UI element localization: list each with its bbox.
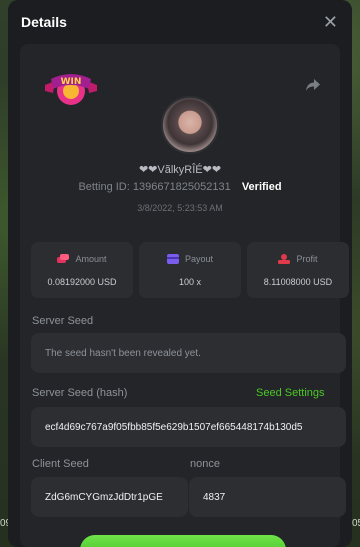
server-seed-label: Server Seed — [32, 315, 94, 327]
username: ❤❤VãlkyRÎÉ❤❤ — [138, 164, 222, 176]
stat-payout: Payout 100 x — [139, 242, 241, 298]
server-seed-hash-label: Server Seed (hash) — [32, 387, 128, 399]
win-badge-text: WIN — [61, 77, 82, 87]
bet-date: 3/8/2022, 5:23:53 AM — [137, 203, 223, 213]
modal-header: Details ✕ — [8, 0, 352, 44]
nonce-label: nonce — [190, 458, 220, 470]
stat-amount: Amount 0.08192000 USD — [31, 242, 133, 298]
avatar — [161, 96, 219, 154]
stats-row: Amount 0.08192000 USD Payout 100 x Profi… — [31, 242, 349, 298]
bet-details-card: WIN ❤❤VãlkyRÎÉ❤❤ Betting ID: 13966718250… — [20, 44, 349, 547]
stat-amount-label: Amount — [75, 254, 107, 264]
win-badge-icon: WIN — [45, 74, 97, 105]
share-icon[interactable] — [304, 76, 322, 94]
details-modal: Details ✕ WIN ❤❤VãlkyRÎÉ❤❤ Betting ID: 1… — [8, 0, 352, 547]
stat-profit: Profit 8.11008000 USD — [247, 242, 349, 298]
modal-title: Details — [21, 14, 67, 30]
betting-id-value: 1396671825052131 — [132, 181, 231, 193]
betting-id-line: Betting ID: 1396671825052131 Verified — [20, 181, 340, 193]
client-seed-field[interactable]: ZdG6mCYGmzJdDtr1pGE — [31, 477, 188, 517]
stat-amount-value: 0.08192000 USD — [47, 277, 117, 287]
server-seed-hash-field[interactable]: ecf4d69c767a9f05fbb85f5e629b1507ef665448… — [31, 407, 346, 447]
verified-badge: Verified — [241, 181, 282, 193]
stat-profit-value: 8.11008000 USD — [263, 277, 333, 287]
seed-settings-link[interactable]: Seed Settings — [256, 387, 325, 399]
background-text-right: 05 — [352, 518, 360, 529]
server-seed-field[interactable]: The seed hasn't been revealed yet. — [31, 333, 346, 373]
wallet-icon — [166, 254, 179, 264]
stat-payout-label: Payout — [184, 254, 214, 264]
client-seed-label: Client Seed — [32, 458, 89, 470]
profit-icon — [278, 254, 291, 264]
close-icon[interactable]: ✕ — [323, 13, 338, 31]
betting-id-label: Betting ID: — [78, 181, 130, 193]
nonce-field[interactable]: 4837 — [189, 477, 346, 517]
coins-icon — [57, 254, 70, 263]
stat-profit-label: Profit — [296, 254, 318, 264]
stat-payout-value: 100 x — [178, 277, 202, 287]
verify-button[interactable] — [80, 535, 286, 547]
